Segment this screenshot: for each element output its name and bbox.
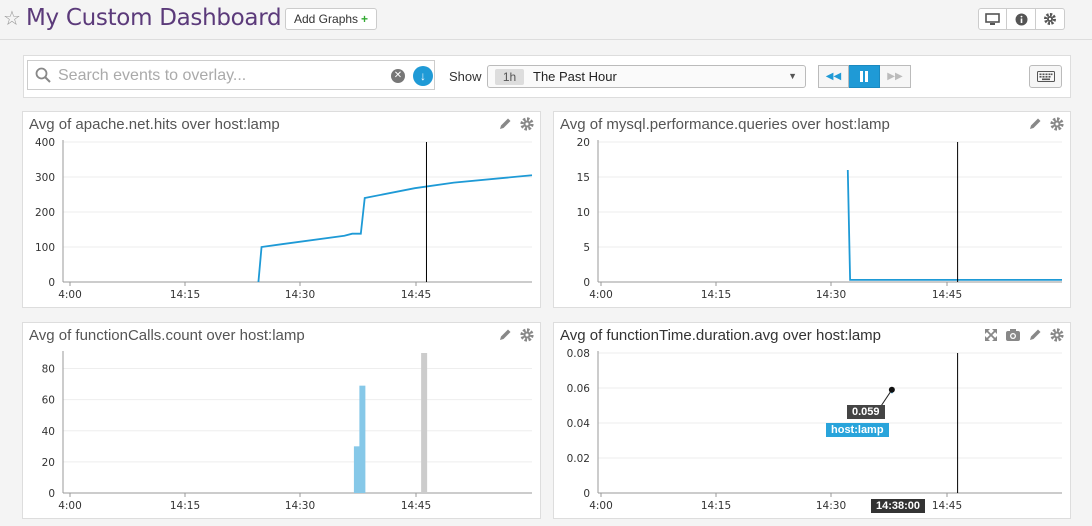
graph-panel-functioncalls: Avg of functionCalls.count over host:lam…	[22, 322, 541, 519]
series-line	[846, 169, 1062, 281]
tooltip-time: 14:38:00	[871, 499, 926, 513]
controls-bar: ✕ ↓ Show 1h The Past Hour ▼ ◀◀ ▶▶	[23, 55, 1071, 98]
x-tick-label: 4:00	[58, 289, 82, 301]
y-tick-label: 0.06	[567, 383, 591, 395]
x-tick-label: 14:15	[701, 500, 731, 512]
y-tick-label: 400	[35, 137, 55, 149]
y-tick-label: 20	[42, 457, 55, 469]
chart-area[interactable]: 0 5 10 15 20 4:00 14:15 14:30 14:45	[554, 112, 1072, 309]
y-tick-label: 15	[577, 172, 590, 184]
pause-button[interactable]	[849, 65, 880, 88]
y-tick-label: 20	[577, 137, 590, 149]
x-tick-label: 14:30	[285, 289, 315, 301]
star-icon[interactable]: ☆	[3, 6, 21, 31]
y-tick-label: 0.02	[567, 453, 590, 465]
x-tick-label: 4:00	[589, 289, 613, 301]
tooltip-value: 0.059	[847, 405, 885, 419]
monitor-icon	[985, 12, 1000, 25]
show-label: Show	[449, 69, 482, 84]
forward-button[interactable]: ▶▶	[880, 65, 911, 88]
keyboard-button[interactable]	[1029, 65, 1062, 88]
keyboard-icon	[1036, 71, 1055, 82]
x-tick-label: 14:15	[170, 289, 200, 301]
graph-panel-mysql: Avg of mysql.performance.queries over ho…	[553, 111, 1071, 308]
forward-icon: ▶▶	[887, 71, 903, 82]
y-tick-label: 100	[35, 242, 55, 254]
time-chip: 1h	[495, 69, 524, 85]
y-tick-label: 40	[42, 426, 55, 438]
chart-area[interactable]: 0 20 40 60 80 4:00 14:15 14:30 14:45	[23, 323, 542, 520]
pause-icon	[860, 71, 868, 82]
x-tick-label: 14:15	[170, 500, 200, 512]
chart-area[interactable]: 0 0.02 0.04 0.06 0.08 4:00 14:15 14:30 14:45	[554, 323, 1072, 520]
y-tick-label: 0	[583, 488, 590, 500]
chart-area[interactable]: 0 100 200 300 400 4:00 14:15 14:30 14:45	[23, 112, 542, 309]
info-icon	[1015, 13, 1027, 25]
info-button[interactable]	[1007, 8, 1036, 30]
download-icon[interactable]: ↓	[413, 66, 433, 86]
y-tick-label: 0	[48, 488, 55, 500]
timeframe-select[interactable]: 1h The Past Hour ▼	[487, 65, 806, 88]
monitor-button[interactable]	[978, 8, 1007, 30]
data-bar	[353, 446, 360, 493]
y-tick-label: 5	[583, 242, 590, 254]
graph-panel-apache: Avg of apache.net.hits over host:lamp 01…	[22, 111, 541, 308]
y-tick-label: 200	[35, 207, 55, 219]
add-graphs-button[interactable]: Add Graphs +	[285, 8, 378, 30]
series-line	[257, 174, 533, 283]
rewind-button[interactable]: ◀◀	[818, 65, 849, 88]
x-tick-label: 14:15	[701, 289, 731, 301]
search-icon	[35, 67, 51, 83]
highlight-point	[888, 386, 895, 393]
search-input[interactable]	[58, 65, 378, 87]
plus-icon: +	[361, 12, 369, 26]
x-tick-label: 14:45	[401, 500, 431, 512]
x-tick-label: 14:45	[932, 500, 962, 512]
playback-controls: ◀◀ ▶▶	[818, 65, 911, 88]
x-tick-label: 14:30	[816, 500, 846, 512]
y-tick-label: 300	[35, 172, 55, 184]
header-toolbar	[978, 8, 1065, 30]
x-tick-label: 4:00	[589, 500, 613, 512]
y-tick-label: 80	[42, 364, 55, 376]
x-tick-label: 14:45	[401, 289, 431, 301]
top-bar: ☆ My Custom Dashboard Add Graphs +	[0, 0, 1092, 40]
x-tick-label: 14:30	[816, 289, 846, 301]
y-tick-label: 0	[48, 277, 55, 289]
y-tick-label: 60	[42, 395, 55, 407]
y-tick-label: 0.08	[567, 348, 590, 360]
page-title: My Custom Dashboard	[26, 5, 282, 31]
add-graphs-label: Add Graphs	[294, 12, 359, 26]
clear-icon[interactable]: ✕	[391, 69, 405, 83]
rewind-icon: ◀◀	[825, 71, 842, 82]
x-tick-label: 14:45	[932, 289, 962, 301]
x-tick-label: 14:30	[285, 500, 315, 512]
gear-icon	[1044, 13, 1056, 25]
chevron-down-icon: ▼	[788, 71, 797, 81]
event-bar	[421, 353, 428, 493]
settings-button[interactable]	[1036, 8, 1065, 30]
graph-panel-functiontime: Avg of functionTime.duration.avg over ho…	[553, 322, 1071, 519]
y-tick-label: 0.04	[567, 418, 591, 430]
search-box: ✕ ↓	[27, 60, 435, 90]
data-bar	[359, 385, 366, 493]
y-tick-label: 10	[577, 207, 590, 219]
x-tick-label: 4:00	[58, 500, 82, 512]
y-tick-label: 0	[583, 277, 590, 289]
timeframe-value: The Past Hour	[533, 69, 617, 84]
tooltip-series: host:lamp	[826, 423, 889, 437]
